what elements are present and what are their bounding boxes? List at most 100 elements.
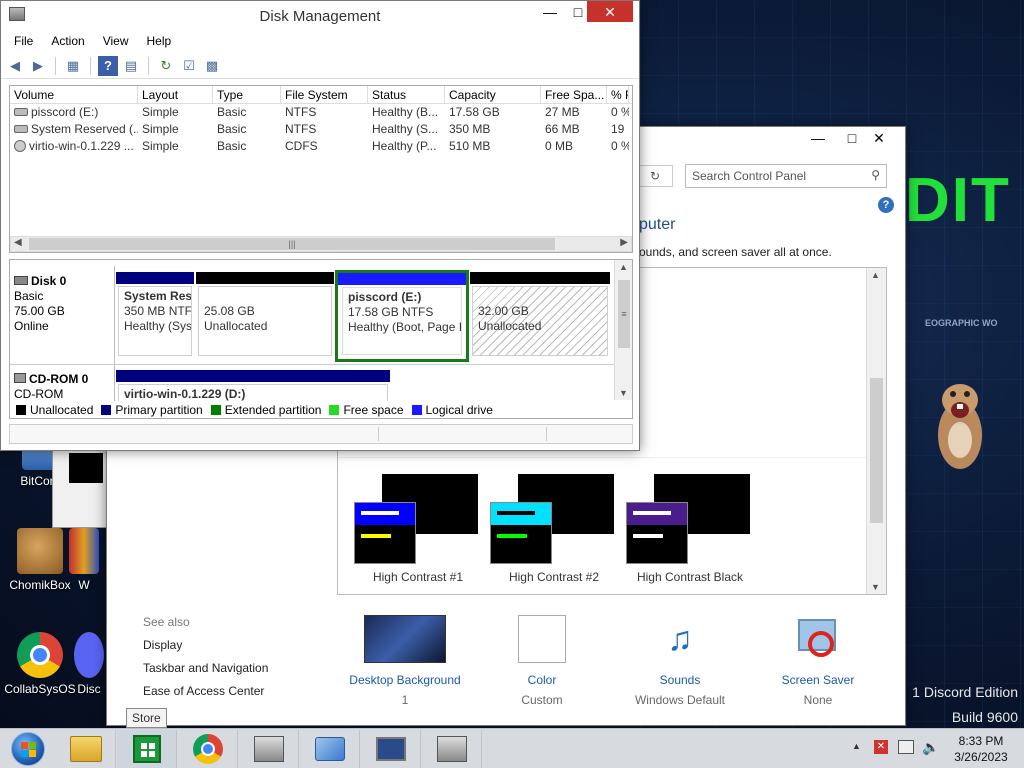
theme-label: High Contrast Black (636, 570, 744, 584)
menu-file[interactable]: File (5, 31, 42, 53)
partition-pisscord[interactable]: pisscord (E:) 17.58 GB NTFS Healthy (Boo… (335, 270, 469, 362)
search-placeholder: Search Control Panel (692, 169, 807, 183)
sounds-icon: ♫ (667, 620, 693, 658)
cell: virtio-win-0.1.229 ... (29, 139, 134, 153)
desktop-background-item[interactable]: Desktop Background 1 (343, 615, 467, 707)
table-row[interactable]: virtio-win-0.1.229 ... Simple Basic CDFS… (10, 138, 632, 155)
cell: 66 MB (545, 122, 580, 136)
rescan-icon[interactable]: ▩ (202, 56, 222, 76)
disk-state: Online (14, 319, 49, 333)
partition-unallocated-1[interactable]: 25.08 GB Unallocated (196, 272, 334, 358)
cell: CDFS (285, 139, 318, 153)
refresh-icon[interactable]: ↻ (156, 56, 176, 76)
toolbar-separator (55, 56, 56, 75)
column-header[interactable]: Layout (138, 86, 213, 103)
refresh-icon[interactable]: ↻ (637, 165, 673, 187)
cell: Basic (217, 122, 247, 136)
desktop-icon-w[interactable]: W (62, 528, 106, 592)
chrome-icon (17, 632, 63, 678)
table-row[interactable]: System Reserved (... Simple Basic NTFS H… (10, 121, 632, 138)
disk-name: Disk 0 (31, 274, 67, 288)
network-icon[interactable] (898, 740, 914, 754)
see-also-taskbar-link[interactable]: Taskbar and Navigation (143, 661, 268, 675)
taskbar-store[interactable] (117, 730, 177, 768)
themes-scrollbar[interactable]: ▲ ▼ (866, 268, 886, 594)
show-hidden-icons-button[interactable]: ▲ (852, 741, 861, 751)
properties-icon[interactable]: ▤ (121, 56, 141, 76)
start-button[interactable] (0, 730, 56, 768)
disk-0-label[interactable]: Disk 0 Basic 75.00 GB Online (14, 274, 112, 362)
taskbar-control-panel[interactable] (300, 730, 360, 768)
taskbar-disk-management[interactable] (239, 730, 299, 768)
column-header[interactable]: Capacity (445, 86, 541, 103)
column-header[interactable]: Type (213, 86, 281, 103)
action-center-icon[interactable]: ✕ (874, 740, 888, 754)
cell: 0 MB (545, 139, 574, 153)
color-item[interactable]: Color Custom (487, 615, 597, 707)
screen-saver-icon (794, 615, 842, 663)
see-also-ease-of-access-link[interactable]: Ease of Access Center (143, 684, 264, 698)
table-row[interactable]: pisscord (E:) Simple Basic NTFS Healthy … (10, 104, 632, 121)
disk-view-vscrollbar[interactable]: ▲ ≡ ▼ (614, 260, 632, 400)
volume-list-hscrollbar[interactable]: ◀ ||| ▶ (10, 236, 632, 252)
taskbar-remote-desktop[interactable] (361, 730, 421, 768)
partition-status: Unallocated (204, 319, 268, 333)
column-header[interactable]: Free Spa... (541, 86, 607, 103)
theme-high-contrast-1[interactable] (354, 474, 482, 566)
partition-cdrom-volume[interactable]: virtio-win-0.1.229 (D:) (116, 370, 390, 404)
folder-icon (69, 736, 102, 762)
column-header[interactable]: File System (281, 86, 368, 103)
menu-action[interactable]: Action (42, 31, 93, 53)
partition-system-reserved[interactable]: System Res 350 MB NTF Healthy (Sys (116, 272, 194, 358)
theme-high-contrast-2[interactable] (490, 474, 618, 566)
partition-status: Healthy (Sys (124, 319, 192, 333)
close-button[interactable]: ✕ (859, 127, 899, 148)
build-label: Build 9600 (951, 709, 1018, 725)
close-button[interactable]: ✕ (587, 1, 633, 22)
column-header[interactable]: Status (368, 86, 445, 103)
cell: 350 MB (449, 122, 491, 136)
cdrom-0-label[interactable]: CD-ROM 0 CD-ROM (14, 372, 112, 402)
column-header[interactable]: % F (607, 86, 629, 103)
theme-label: High Contrast #1 (372, 570, 464, 584)
back-icon[interactable]: ◀ (5, 56, 25, 76)
clock[interactable]: 8:33 PM 3/26/2023 (946, 733, 1016, 765)
taskbar-chrome[interactable] (178, 730, 238, 768)
minimize-button[interactable]: — (801, 127, 835, 148)
taskbar-file-explorer[interactable] (56, 730, 116, 768)
drive-icon (14, 108, 28, 116)
legend-item: Logical drive (411, 403, 493, 417)
wallpaper-small-text: EOGRAPHIC WO (925, 318, 998, 328)
help-icon[interactable]: ? (98, 55, 118, 76)
theme-high-contrast-black[interactable] (626, 474, 754, 566)
search-icon: ⚲ (871, 168, 880, 182)
search-control-panel-input[interactable]: Search Control Panel ⚲ (685, 164, 887, 188)
cell: 0 % (611, 139, 629, 153)
disk-type: CD-ROM (14, 387, 64, 401)
partition-unallocated-2[interactable]: 32.00 GB Unallocated (470, 272, 610, 358)
console-tree-icon[interactable]: ▦ (63, 56, 83, 76)
legend-label: Primary partition (115, 403, 203, 417)
volume-list[interactable]: Volume Layout Type File System Status Ca… (9, 85, 633, 253)
screen-saver-item[interactable]: Screen Saver None (763, 615, 873, 707)
forward-icon[interactable]: ▶ (28, 56, 48, 76)
help-icon[interactable]: ? (878, 197, 894, 213)
menu-view[interactable]: View (94, 31, 138, 53)
menu-help[interactable]: Help (138, 31, 181, 53)
clock-date: 3/26/2023 (954, 750, 1008, 764)
legend-label: Free space (343, 403, 404, 417)
desktop-icon-collabsysos[interactable]: CollabSysOS (0, 632, 80, 696)
see-also-display-link[interactable]: Display (143, 638, 182, 652)
cell: Simple (142, 139, 179, 153)
check-icon[interactable]: ☑ (179, 56, 199, 76)
chrome-icon (192, 734, 223, 764)
toolbar-separator (90, 56, 91, 75)
cell: 510 MB (449, 139, 491, 153)
taskbar-disk-tool[interactable] (422, 730, 482, 768)
sounds-item[interactable]: ♫ Sounds Windows Default (615, 615, 745, 707)
desktop-icon-discord[interactable]: Disc (72, 632, 106, 696)
cdrom-icon (14, 373, 26, 383)
column-header[interactable]: Volume (10, 86, 138, 103)
computer-icon (375, 737, 406, 761)
volume-icon[interactable]: 🔈 (922, 739, 939, 756)
